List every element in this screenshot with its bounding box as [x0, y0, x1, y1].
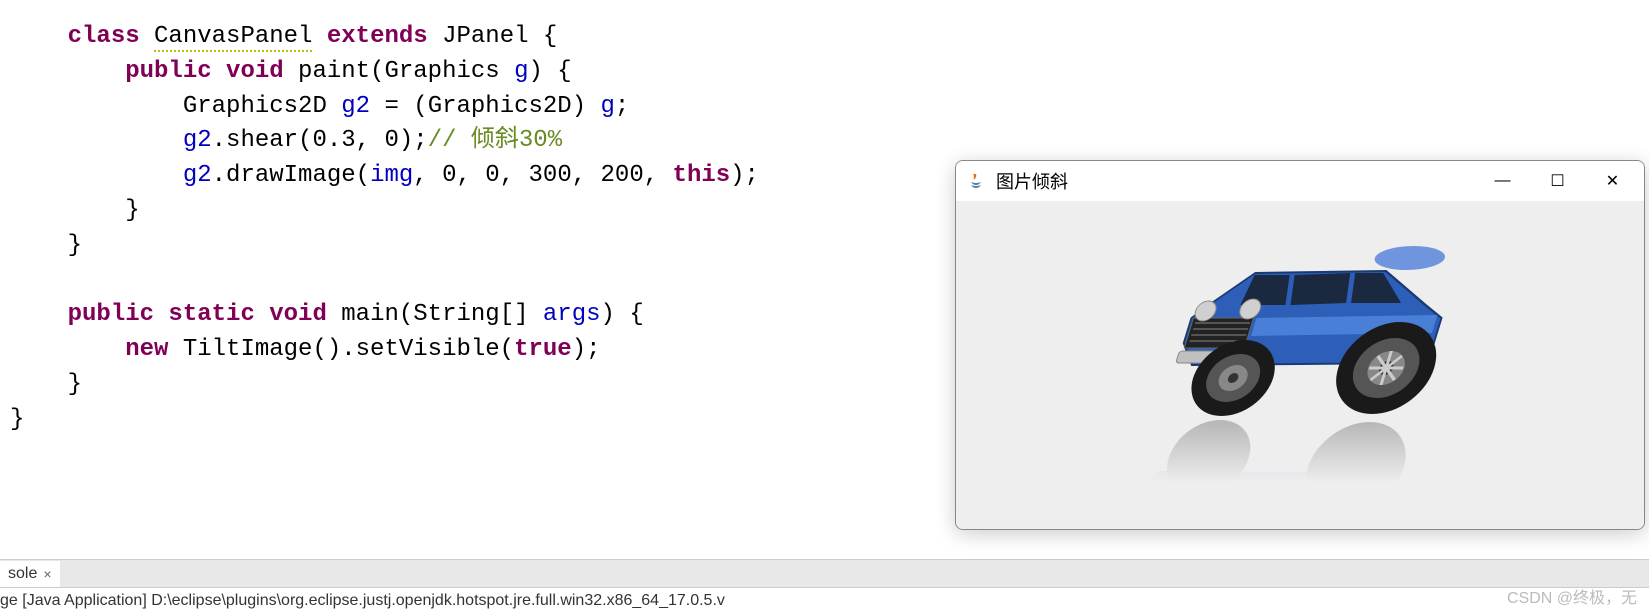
console-tab-label: sole: [8, 565, 37, 583]
console-tab[interactable]: sole ×: [0, 561, 60, 587]
code-token: public static void: [68, 301, 342, 328]
code-token: main(String[]: [341, 301, 543, 328]
code-token: g: [514, 58, 528, 85]
code-token: JPanel {: [442, 23, 557, 50]
code-token: g: [601, 93, 615, 120]
code-token: g2: [183, 162, 212, 189]
java-icon: [966, 171, 986, 191]
minimize-button[interactable]: —: [1475, 161, 1530, 201]
maximize-button[interactable]: ☐: [1530, 161, 1585, 201]
code-token: CanvasPanel: [154, 23, 312, 52]
code-token: paint(Graphics: [298, 58, 514, 85]
tilted-car-image: [1089, 223, 1510, 488]
console-tab-bar: sole ×: [0, 560, 1649, 588]
code-token: class: [68, 23, 154, 50]
watermark: CSDN @终极，无: [1507, 584, 1637, 608]
close-button[interactable]: ✕: [1585, 161, 1640, 201]
console-output: ge [Java Application] D:\eclipse\plugins…: [0, 588, 1649, 614]
code-token: extends: [327, 23, 442, 50]
code-token: g2: [341, 93, 370, 120]
java-app-window: 图片倾斜 — ☐ ✕: [955, 160, 1645, 530]
code-token: // 倾斜30%: [428, 127, 562, 154]
code-token: public void: [125, 58, 298, 85]
code-token: new: [125, 336, 183, 363]
close-icon[interactable]: ×: [43, 566, 51, 582]
window-title: 图片倾斜: [996, 168, 1475, 194]
window-content: [956, 201, 1644, 529]
code-token: true: [514, 336, 572, 363]
code-token: this: [673, 162, 731, 189]
bottom-panel: sole × ge [Java Application] D:\eclipse\…: [0, 559, 1649, 614]
window-titlebar[interactable]: 图片倾斜 — ☐ ✕: [956, 161, 1644, 201]
code-token: img: [370, 162, 413, 189]
code-token: g2: [183, 127, 212, 154]
window-controls: — ☐ ✕: [1475, 161, 1640, 201]
code-token: args: [543, 301, 601, 328]
